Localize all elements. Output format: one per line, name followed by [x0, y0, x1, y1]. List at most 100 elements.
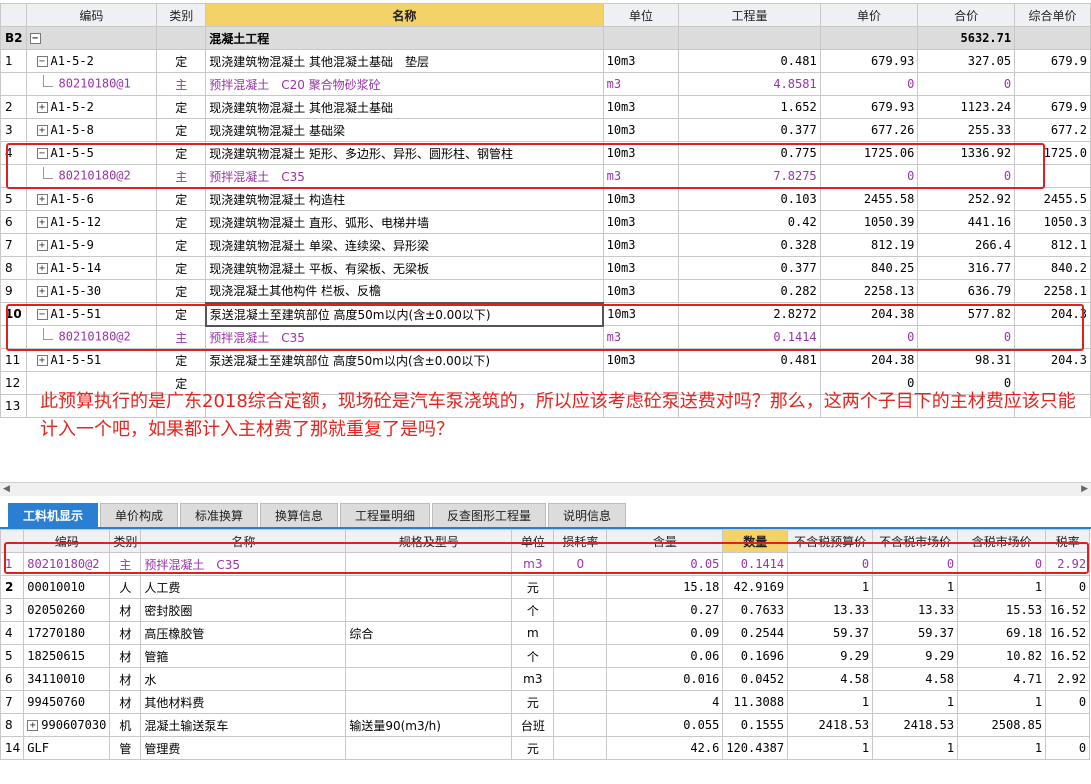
resource-budget-cell[interactable]: 1	[787, 575, 874, 599]
resource-type-cell[interactable]: 材	[109, 621, 142, 645]
collapse-icon[interactable]: −	[29, 33, 41, 44]
resource-market_tax-cell[interactable]: 4.71	[957, 667, 1047, 691]
unitprice-cell[interactable]: 679.9	[1014, 95, 1091, 119]
resource-qty-cell[interactable]: 0.2544	[722, 621, 789, 645]
unitprice-cell[interactable]: 1050.3	[1014, 210, 1091, 234]
resource-spec-cell[interactable]	[345, 575, 513, 599]
name-cell[interactable]: 预拌混凝土 C20 聚合物砂浆砼	[205, 72, 604, 96]
resource-market_tax-cell[interactable]: 1	[957, 575, 1047, 599]
unitprice-cell[interactable]: 840.2	[1014, 256, 1091, 280]
code-cell[interactable]: − A1-5-51	[25, 302, 158, 326]
resource-market_tax-cell[interactable]: 1	[957, 736, 1047, 760]
expand-icon[interactable]: +	[36, 194, 48, 205]
price-cell[interactable]: 204.38	[819, 302, 919, 326]
collapse-icon[interactable]: −	[36, 309, 48, 320]
type-cell[interactable]: 主	[156, 164, 207, 188]
resource-market_tax-cell[interactable]: 1	[957, 690, 1047, 714]
total-cell[interactable]: 327.05	[917, 49, 1016, 73]
resource-market-cell[interactable]: 9.29	[872, 644, 959, 668]
total-cell[interactable]: 0	[917, 164, 1016, 188]
resource-qty-cell[interactable]: 0.0452	[722, 667, 789, 691]
name-cell[interactable]: 现浇混凝土其他构件 栏板、反檐	[205, 279, 604, 303]
quota-row[interactable]: 4− A1-5-5 定现浇建筑物混凝土 矩形、多边形、异形、圆形柱、钢管柱 10m3 0…	[0, 141, 1091, 165]
type-cell[interactable]: 定	[156, 302, 207, 326]
price-cell[interactable]: 0	[819, 164, 919, 188]
resource-col-header[interactable]: 不含税市场价	[872, 529, 959, 553]
unit-cell[interactable]: 10m3	[602, 256, 680, 280]
resource-budget-cell[interactable]: 0	[787, 552, 874, 576]
resource-qty-cell[interactable]: 0.1555	[722, 713, 789, 737]
scroll-right-icon[interactable]: ▶	[1081, 484, 1088, 494]
resource-qty-cell[interactable]: 0.1696	[722, 644, 789, 668]
resource-spec-cell[interactable]	[345, 644, 513, 668]
tab-labor-material-machine[interactable]: 工料机显示	[8, 503, 98, 527]
resource-tax-cell[interactable]: 16.52	[1045, 598, 1091, 622]
resource-unit-cell[interactable]: m	[511, 621, 555, 645]
code-cell[interactable]: 80210180@1	[25, 72, 158, 96]
resource-col-header[interactable]: 单位	[511, 529, 555, 553]
resource-spec-cell[interactable]: 综合	[345, 621, 513, 645]
type-cell[interactable]: 定	[156, 141, 207, 165]
resource-row[interactable]: 6 34110010 材水 m3 0.016 0.0452 4.58 4.58 4.71 2.92	[0, 667, 1091, 691]
resource-budget-cell[interactable]: 9.29	[787, 644, 874, 668]
qty-cell[interactable]: 0.775	[678, 141, 821, 165]
name-cell[interactable]: 现浇建筑物混凝土 其他混凝土基础 垫层	[205, 49, 604, 73]
resource-qty-cell[interactable]: 120.4387	[722, 736, 789, 760]
resource-unit-cell[interactable]: 元	[511, 575, 555, 599]
resource-type-cell[interactable]: 材	[109, 667, 142, 691]
code-cell[interactable]: + A1-5-14	[25, 256, 158, 280]
resource-col-header[interactable]: 损耗率	[553, 529, 608, 553]
resource-col-header[interactable]: 含税市场价	[957, 529, 1047, 553]
expand-icon[interactable]: +	[36, 125, 48, 136]
quota-row[interactable]: 11 + A1-5-51 定泵送混凝土至建筑部位 高度50m以内(含±0.00以下) 1…	[0, 348, 1091, 372]
unitprice-cell[interactable]: 2455.5	[1014, 187, 1091, 211]
type-cell[interactable]: 主	[156, 72, 207, 96]
expand-icon[interactable]: +	[36, 263, 48, 274]
total-cell[interactable]: 255.33	[917, 118, 1016, 142]
resource-name-cell[interactable]: 其他材料费	[140, 690, 347, 714]
resource-code-cell[interactable]: 34110010	[23, 667, 111, 691]
type-cell[interactable]: 定	[156, 118, 207, 142]
resource-col-header[interactable]: 税率	[1045, 529, 1091, 553]
resource-market_tax-cell[interactable]: 0	[957, 552, 1047, 576]
resource-content-cell[interactable]: 4	[606, 690, 724, 714]
horizontal-scrollbar[interactable]: ◀ ▶	[0, 482, 1091, 496]
qty-cell[interactable]: 4.8581	[678, 72, 821, 96]
qty-cell[interactable]: 2.8272	[678, 302, 821, 326]
unitprice-cell[interactable]: 204.3	[1014, 302, 1091, 326]
quota-row[interactable]: 1− A1-5-2 定现浇建筑物混凝土 其他混凝土基础 垫层 10m3 0.481 679…	[0, 49, 1091, 73]
resource-tax-cell[interactable]: 16.52	[1045, 644, 1091, 668]
resource-code-cell[interactable]: 99450760	[23, 690, 111, 714]
resource-market-cell[interactable]: 0	[872, 552, 959, 576]
resource-name-cell[interactable]: 水	[140, 667, 347, 691]
resource-loss-cell[interactable]	[553, 690, 608, 714]
resource-market_tax-cell[interactable]: 69.18	[957, 621, 1047, 645]
resource-row[interactable]: 14 GLF 管管理费元 42.6 120.4387 1 1 1 0	[0, 736, 1091, 760]
resource-row[interactable]: 2 00010010 人人工费元 15.18 42.9169 1 1 1 0	[0, 575, 1091, 599]
type-cell[interactable]: 定	[156, 233, 207, 257]
unitprice-cell[interactable]: 679.9	[1014, 49, 1091, 73]
resource-qty-cell[interactable]: 0.7633	[722, 598, 789, 622]
tab-description[interactable]: 说明信息	[548, 503, 626, 527]
name-cell[interactable]: 现浇建筑物混凝土 矩形、多边形、异形、圆形柱、钢管柱	[205, 141, 604, 165]
expand-icon[interactable]: +	[36, 286, 48, 297]
resource-spec-cell[interactable]	[345, 667, 513, 691]
unitprice-cell[interactable]: 1725.0	[1014, 141, 1091, 165]
resource-unit-cell[interactable]: 元	[511, 690, 555, 714]
resource-qty-cell[interactable]: 42.9169	[722, 575, 789, 599]
total-cell[interactable]: 1336.92	[917, 141, 1016, 165]
total-cell[interactable]: 441.16	[917, 210, 1016, 234]
unitprice-cell[interactable]: 812.1	[1014, 233, 1091, 257]
quota-row[interactable]: 6 + A1-5-12 定现浇建筑物混凝土 直形、弧形、电梯井墙 10m3 0.42 105…	[0, 210, 1091, 234]
quota-row[interactable]: 2 + A1-5-2 定现浇建筑物混凝土 其他混凝土基础 10m3 1.652 679.93…	[0, 95, 1091, 119]
resource-content-cell[interactable]: 0.016	[606, 667, 724, 691]
expand-icon[interactable]: +	[36, 355, 48, 366]
unit-cell[interactable]: m3	[602, 325, 680, 349]
resource-code-cell[interactable]: GLF	[23, 736, 111, 760]
code-cell[interactable]: 80210180@2	[25, 325, 158, 349]
col-header-unitprice[interactable]: 综合单价	[1014, 3, 1091, 27]
qty-cell[interactable]: 0.282	[678, 279, 821, 303]
unit-cell[interactable]: 10m3	[602, 302, 680, 326]
resource-spec-cell[interactable]	[345, 690, 513, 714]
resource-type-cell[interactable]: 管	[109, 736, 142, 760]
